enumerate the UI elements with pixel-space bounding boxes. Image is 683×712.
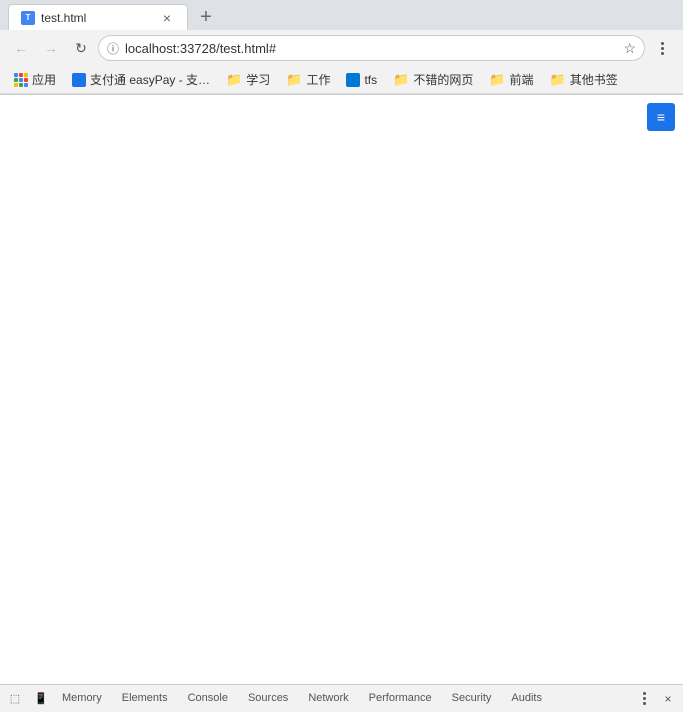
devtools-inspect-button[interactable]: ⬚ (4, 688, 26, 710)
folder-icon: 📁 (226, 72, 242, 88)
tab-bar: T test.html × + (0, 0, 683, 30)
bookmark-star-icon[interactable]: ☆ (623, 40, 636, 57)
devtools-tab-elements[interactable]: Elements (112, 688, 178, 710)
bookmark-zhifutong[interactable]: 支付通 easyPay - 支… (66, 69, 216, 90)
devtools-tab-network[interactable]: Network (298, 688, 358, 710)
three-dots-icon (661, 42, 664, 55)
devtools-right-controls: × (633, 688, 679, 710)
bookmark-other-label: 其他书签 (570, 71, 618, 88)
bookmark-good-pages[interactable]: 📁 不错的网页 (387, 69, 479, 90)
bookmark-zhifutong-label: 支付通 easyPay - 支… (90, 71, 210, 88)
devtools-device-button[interactable]: 📱 (30, 688, 52, 710)
folder-icon-other: 📁 (550, 72, 566, 88)
devtools-close-button[interactable]: × (657, 688, 679, 710)
devtools-tab-memory[interactable]: Memory (52, 688, 112, 710)
bookmark-good-pages-label: 不错的网页 (413, 71, 473, 88)
info-icon: ⓘ (107, 40, 119, 57)
devtools-left-controls: ⬚ 📱 (4, 688, 52, 710)
tab-favicon: T (21, 11, 35, 25)
new-tab-button[interactable]: + (192, 4, 220, 30)
bookmark-tfs[interactable]: tfs (340, 71, 383, 89)
tab-favicon-text: T (26, 13, 31, 22)
devtools-tabs: Memory Elements Console Sources Network … (52, 688, 552, 710)
folder-icon-work: 📁 (286, 72, 302, 88)
bookmarks-bar: 应用 支付通 easyPay - 支… 📁 学习 📁 工作 tfs 📁 不错的网… (0, 66, 683, 94)
active-tab[interactable]: T test.html × (8, 4, 188, 30)
device-icon: 📱 (34, 692, 48, 705)
nav-bar: ← → ↻ ⓘ ☆ (0, 30, 683, 66)
refresh-icon: ↻ (75, 40, 87, 57)
devtools-tab-security[interactable]: Security (442, 688, 502, 710)
forward-button[interactable]: → (38, 35, 64, 61)
devtools-tab-performance[interactable]: Performance (359, 688, 442, 710)
zhifutong-favicon (72, 73, 86, 87)
page-menu-button[interactable]: ≡ (647, 103, 675, 131)
bookmark-apps[interactable]: 应用 (8, 69, 62, 90)
back-button[interactable]: ← (8, 35, 34, 61)
bookmark-other[interactable]: 📁 其他书签 (544, 69, 624, 90)
bookmark-tfs-label: tfs (364, 73, 377, 87)
bookmark-study-label: 学习 (246, 71, 270, 88)
devtools-bar: ⬚ 📱 Memory Elements Console Sources Netw… (0, 684, 683, 712)
devtools-tab-sources[interactable]: Sources (238, 688, 298, 710)
page-content: ≡ (0, 95, 683, 684)
devtools-three-dots-icon (643, 692, 646, 705)
forward-icon: → (44, 40, 58, 56)
devtools-tab-console[interactable]: Console (178, 688, 238, 710)
browser-chrome: T test.html × + ← → ↻ ⓘ ☆ (0, 0, 683, 95)
bookmark-frontend-label: 前端 (510, 71, 534, 88)
bookmark-work[interactable]: 📁 工作 (280, 69, 336, 90)
bookmark-study[interactable]: 📁 学习 (220, 69, 276, 90)
devtools-close-icon: × (664, 692, 671, 706)
address-bar[interactable]: ⓘ ☆ (98, 35, 645, 61)
tab-title: test.html (41, 11, 153, 25)
folder-icon-frontend: 📁 (489, 72, 505, 88)
tfs-favicon (346, 73, 360, 87)
devtools-more-button[interactable] (633, 688, 655, 710)
devtools-tab-audits[interactable]: Audits (501, 688, 552, 710)
bookmark-work-label: 工作 (306, 71, 330, 88)
browser-menu-button[interactable] (649, 35, 675, 61)
bookmark-frontend[interactable]: 📁 前端 (483, 69, 539, 90)
bookmark-apps-label: 应用 (32, 71, 56, 88)
apps-grid-icon (14, 73, 28, 87)
back-icon: ← (14, 40, 28, 56)
tab-close-button[interactable]: × (159, 10, 175, 26)
folder-icon-good: 📁 (393, 72, 409, 88)
cursor-icon: ⬚ (10, 692, 20, 705)
refresh-button[interactable]: ↻ (68, 35, 94, 61)
url-input[interactable] (125, 41, 617, 56)
menu-lines-icon: ≡ (657, 109, 665, 125)
